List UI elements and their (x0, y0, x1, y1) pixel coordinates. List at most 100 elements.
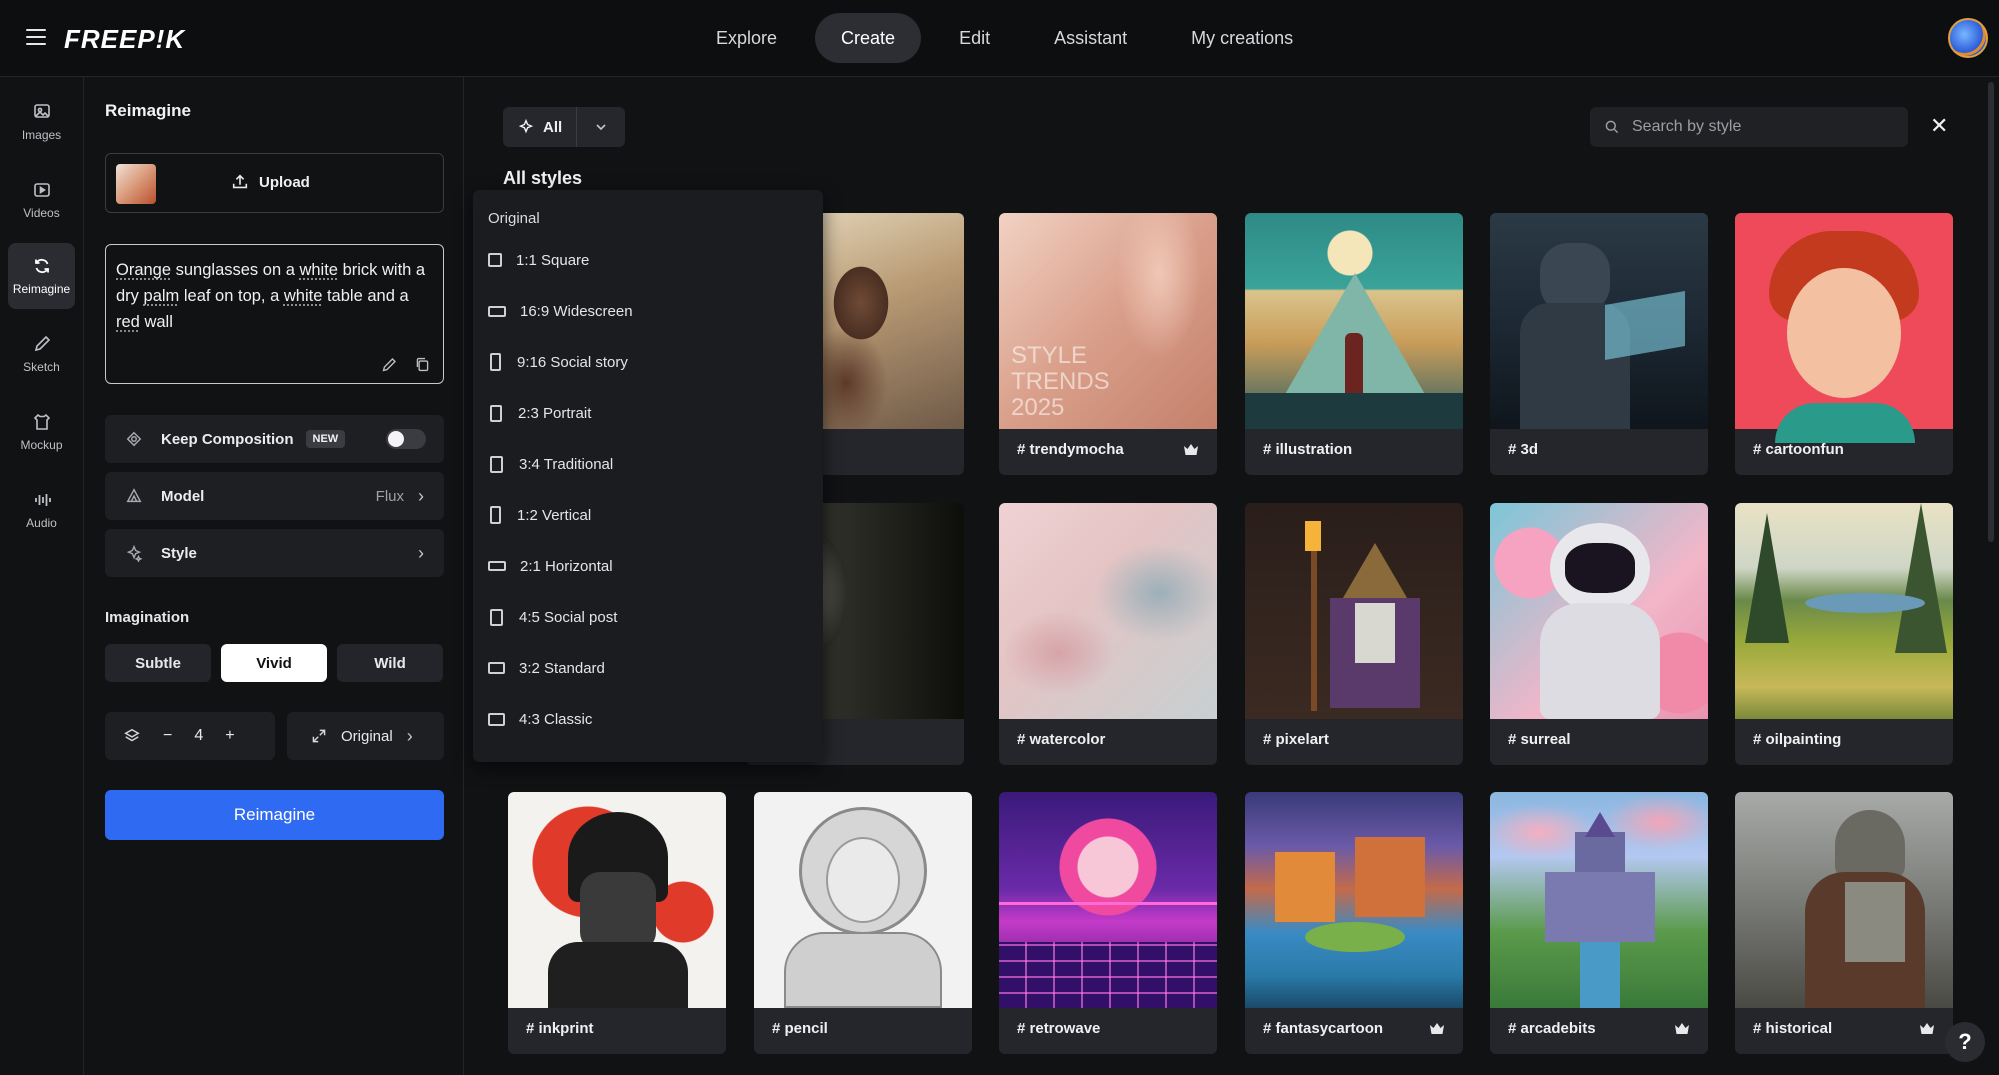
prompt-text[interactable]: Orange sunglasses on a white brick with … (116, 257, 433, 335)
nav-create[interactable]: Create (815, 13, 922, 63)
style-label: Style (161, 544, 197, 562)
style-card-pencil[interactable]: # pencil (754, 792, 972, 1054)
sketch-icon (34, 335, 50, 352)
aspect-ratio-label: Original (341, 727, 393, 745)
uploaded-image-thumbnail[interactable] (116, 164, 156, 204)
style-label: # illustration (1263, 441, 1353, 458)
new-badge: NEW (305, 430, 346, 448)
sparkle-icon (518, 118, 534, 134)
style-card-oilpainting[interactable]: # oilpainting (1735, 503, 1953, 765)
prompt-keyword[interactable]: white (284, 287, 323, 305)
style-selector[interactable]: › (418, 543, 424, 564)
dropdown-option[interactable]: 1:1 Square (488, 248, 589, 272)
scrollbar[interactable] (1988, 82, 1994, 542)
style-search[interactable] (1590, 107, 1908, 147)
rail-item-reimagine[interactable]: Reimagine (8, 243, 75, 309)
help-button[interactable]: ? (1945, 1022, 1985, 1062)
dropdown-option[interactable]: 4:3 Classic (488, 707, 592, 731)
aspect-ratio-button[interactable]: Original › (287, 712, 444, 760)
style-card-surreal[interactable]: # surreal (1490, 503, 1708, 765)
keep-composition-row[interactable]: Keep Composition NEW (105, 415, 444, 463)
prompt-keyword[interactable]: palm (144, 287, 180, 305)
style-card-historical[interactable]: # historical (1735, 792, 1953, 1054)
prompt-keyword[interactable]: red (116, 313, 140, 331)
increment-button[interactable]: + (225, 727, 234, 745)
rail-item-mockup[interactable]: Mockup (8, 399, 75, 465)
keep-composition-toggle[interactable] (386, 429, 426, 449)
style-card-retrowave[interactable]: # retrowave (999, 792, 1217, 1054)
model-label: Model (161, 487, 205, 505)
chevron-right-icon: › (406, 725, 413, 746)
style-card-pixelart[interactable]: # pixelart (1245, 503, 1463, 765)
edit-pencil-icon[interactable] (381, 356, 398, 373)
prompt-fragment: wall (139, 313, 173, 331)
upload-button[interactable]: Upload (231, 173, 310, 191)
dropdown-option-original[interactable]: Original (488, 210, 540, 227)
style-row[interactable]: Style › (105, 529, 444, 577)
upload-area[interactable]: Upload (105, 153, 444, 213)
style-card-watercolor[interactable]: # watercolor (999, 503, 1217, 765)
dropdown-option-label: 9:16 Social story (517, 353, 628, 371)
copy-icon[interactable] (414, 356, 431, 373)
rail-item-sketch[interactable]: Sketch (8, 321, 75, 387)
rail-item-videos[interactable]: Videos (8, 167, 75, 233)
style-thumbnail (999, 792, 1217, 1008)
reimagine-button[interactable]: Reimagine (105, 790, 444, 840)
style-label: # arcadebits (1508, 1020, 1596, 1037)
dropdown-option[interactable]: 9:16 Social story (488, 350, 628, 374)
style-card-inkprint[interactable]: # inkprint (508, 792, 726, 1054)
dropdown-option[interactable]: 1:2 Vertical (488, 503, 591, 527)
style-card-cartoonfun[interactable]: # cartoonfun (1735, 213, 1953, 475)
dropdown-option-label: 2:1 Horizontal (520, 557, 613, 575)
style-filter[interactable]: All (503, 107, 625, 147)
style-card-arcadebits[interactable]: # arcadebits (1490, 792, 1708, 1054)
rail-label: Images (21, 128, 62, 142)
reimagine-icon (34, 258, 49, 274)
nav-assistant[interactable]: Assistant (1028, 13, 1153, 63)
prompt-keyword[interactable]: Orange (116, 261, 171, 279)
dropdown-option-label: 3:4 Traditional (519, 455, 614, 473)
prompt-keyword[interactable]: white (299, 261, 338, 279)
dropdown-option[interactable]: 3:4 Traditional (488, 452, 613, 476)
search-input[interactable] (1632, 118, 1872, 136)
rail-label: Videos (23, 206, 60, 220)
style-thumbnail (1735, 503, 1953, 719)
menu-icon[interactable] (26, 29, 46, 45)
dropdown-option[interactable]: 3:2 Standard (488, 656, 605, 680)
portrait-ratio-icon (490, 455, 503, 473)
model-selector[interactable]: Flux › (376, 486, 424, 507)
chevron-down-icon[interactable] (577, 121, 625, 133)
style-card-trendymocha[interactable]: STYLE TRENDS 2025 # trendymocha (999, 213, 1217, 475)
model-row[interactable]: Model Flux › (105, 472, 444, 520)
layers-icon (124, 728, 140, 742)
nav-edit[interactable]: Edit (933, 13, 1016, 63)
style-thumbnail (999, 503, 1217, 719)
portrait-ratio-icon (490, 353, 501, 371)
dropdown-option[interactable]: 4:5 Social post (488, 605, 617, 629)
prompt-textarea[interactable]: Orange sunglasses on a white brick with … (105, 244, 444, 384)
premium-crown-icon (1920, 1023, 1934, 1034)
imagination-subtle-button[interactable]: Subtle (105, 644, 211, 682)
style-card-3d[interactable]: # 3d (1490, 213, 1708, 475)
rail-item-audio[interactable]: Audio (8, 477, 75, 543)
decrement-button[interactable]: − (163, 727, 172, 745)
dropdown-option[interactable]: 2:3 Portrait (488, 401, 591, 425)
freepik-logo[interactable]: FREEP!K (64, 24, 185, 55)
imagination-vivid-button[interactable]: Vivid (221, 644, 327, 682)
dropdown-option[interactable]: 16:9 Widescreen (488, 299, 633, 323)
user-avatar[interactable] (1948, 18, 1988, 58)
widescreen-ratio-icon (488, 305, 506, 317)
dropdown-option[interactable]: 2:1 Horizontal (488, 554, 613, 578)
rail-item-images[interactable]: Images (8, 89, 75, 155)
style-filter-all[interactable]: All (503, 107, 578, 147)
nav-my-creations[interactable]: My creations (1165, 13, 1319, 63)
style-label: # watercolor (1017, 731, 1106, 748)
expand-icon (312, 729, 326, 743)
dropdown-option-label: 16:9 Widescreen (520, 302, 633, 320)
style-card-illustration[interactable]: # illustration (1245, 213, 1463, 475)
style-card-fantasycartoon[interactable]: # fantasycartoon (1245, 792, 1463, 1054)
vertical-ratio-icon (490, 506, 501, 524)
imagination-wild-button[interactable]: Wild (337, 644, 443, 682)
nav-explore[interactable]: Explore (690, 13, 803, 63)
close-icon[interactable]: ✕ (1930, 113, 1948, 139)
